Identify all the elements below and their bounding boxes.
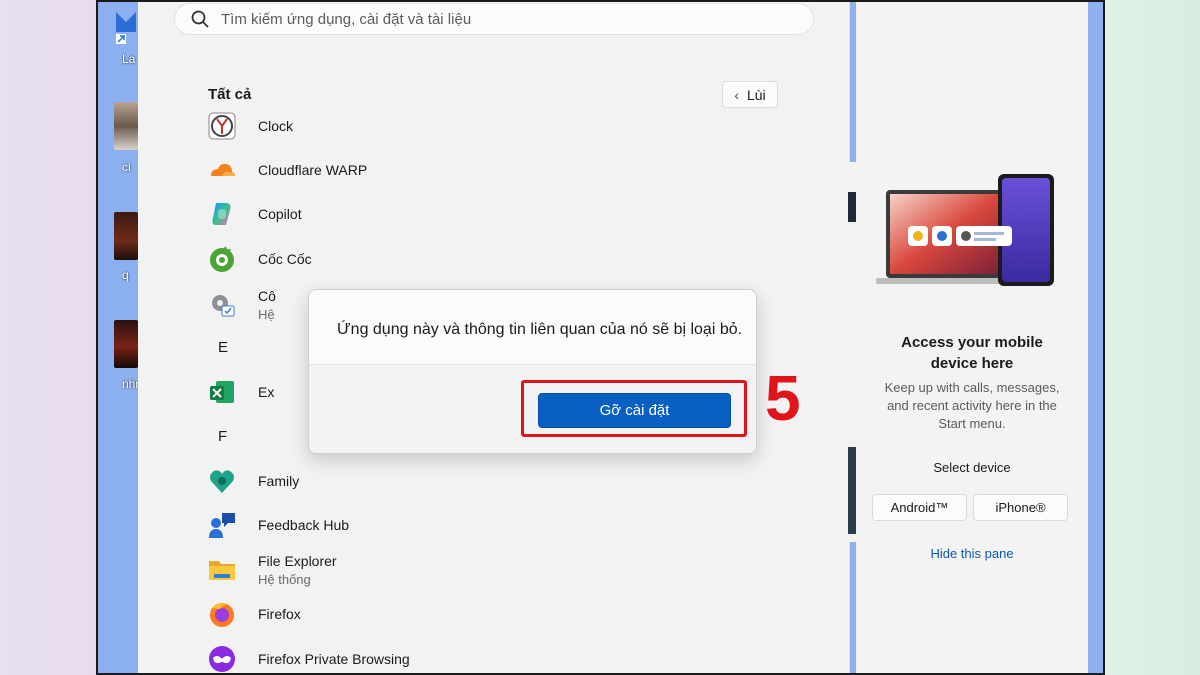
app-item-coccoc[interactable]: Cốc Cốc — [208, 239, 312, 279]
desktop-shortcut-1[interactable] — [114, 8, 140, 49]
all-apps-title: Tất cả — [208, 86, 252, 103]
copilot-icon — [212, 203, 231, 225]
desktop-background: La ci q nhm — [98, 2, 138, 673]
desktop-label-2: ci — [122, 160, 131, 174]
app-item-clock[interactable]: Clock — [208, 106, 293, 146]
app-item-cloudflare-warp[interactable]: Cloudflare WARP — [208, 150, 367, 190]
feedback-hub-icon — [209, 513, 235, 538]
app-item-excel[interactable]: Ex — [208, 372, 274, 412]
app-name: Cloudflare WARP — [258, 162, 368, 178]
app-item-file-explorer[interactable]: File Explorer Hệ thống — [208, 550, 337, 590]
firefox-icon — [210, 603, 234, 627]
app-subtitle: Hệ — [258, 307, 275, 322]
app-name: Feedback Hub — [258, 517, 350, 533]
coccoc-icon — [210, 246, 234, 272]
desktop-label-1: La — [122, 52, 136, 66]
desktop-shortcut-3[interactable] — [114, 212, 140, 260]
back-button-label: Lùi — [746, 86, 766, 103]
dialog-message: Ứng dụng này và thông tin liên quan của … — [337, 321, 743, 338]
panel-desc-line: Start menu. — [938, 416, 1006, 431]
panel-desc-line: Keep up with calls, messages, — [884, 380, 1060, 395]
highlight-box — [521, 380, 747, 437]
app-item-tools-folder[interactable]: Cô Hệ — [208, 285, 276, 325]
desktop-shortcut-4[interactable] — [114, 320, 140, 368]
folder-icon — [209, 561, 235, 580]
excel-icon — [210, 381, 234, 403]
video-thumbnail — [114, 320, 138, 368]
settings-tool-icon — [212, 295, 235, 317]
start-menu: Tìm kiếm ứng dụng, cài đặt và tài liệu T… — [138, 2, 850, 673]
letter-header-f[interactable]: F — [218, 428, 227, 445]
app-name: Family — [258, 473, 300, 489]
search-box[interactable]: Tìm kiếm ứng dụng, cài đặt và tài liệu — [174, 3, 814, 35]
desktop-shortcut-2[interactable] — [114, 102, 140, 150]
phone-link-illustration — [876, 174, 1054, 286]
app-name: Clock — [258, 118, 294, 134]
app-name: Cô — [258, 288, 276, 304]
panel-desc-line: and recent activity here in the — [887, 398, 1057, 413]
search-placeholder: Tìm kiếm ứng dụng, cài đặt và tài liệu — [221, 10, 472, 28]
panel-description: Keep up with calls, messages, and recent… — [880, 379, 1064, 433]
desktop-label-3: q — [122, 268, 129, 282]
photo-thumbnail — [114, 102, 138, 150]
iphone-button[interactable]: iPhone® — [973, 494, 1068, 521]
phone-link-panel: Access your mobile device here Keep up w… — [856, 2, 1088, 673]
app-item-feedback-hub[interactable]: Feedback Hub — [208, 505, 349, 545]
step-number-annotation: 5 — [765, 362, 801, 434]
panel-title-line: Access your mobile — [901, 334, 1043, 351]
app-subtitle: Hệ thống — [258, 572, 311, 587]
app-name: Cốc Cốc — [258, 251, 312, 267]
screen-frame: La ci q nhm Tìm kiếm ứng dụng, cài đặt v… — [96, 0, 1105, 675]
chevron-left-icon: ‹ — [734, 86, 739, 103]
panel-title: Access your mobile device here — [856, 332, 1088, 374]
app-name: Copilot — [258, 206, 302, 222]
search-icon — [191, 10, 209, 28]
mail-app-icon — [116, 12, 136, 44]
scroll-edge — [848, 162, 856, 542]
family-icon — [210, 470, 234, 493]
hide-pane-link[interactable]: Hide this pane — [856, 546, 1088, 561]
app-item-firefox[interactable]: Firefox — [208, 594, 301, 634]
android-button[interactable]: Android™ — [872, 494, 967, 521]
clock-icon — [208, 112, 236, 140]
app-item-copilot[interactable]: Copilot — [208, 194, 302, 234]
app-name: File Explorer — [258, 553, 337, 569]
desktop-background-right — [1088, 2, 1103, 673]
video-thumbnail — [114, 212, 138, 260]
app-item-family[interactable]: Family — [208, 461, 299, 501]
desktop-label-4: nhm — [122, 377, 138, 391]
select-device-label: Select device — [933, 460, 1011, 475]
firefox-private-icon — [209, 646, 235, 672]
app-name: Ex — [258, 384, 275, 400]
cloudflare-icon — [211, 163, 235, 176]
back-button[interactable]: ‹ Lùi — [722, 81, 778, 108]
app-item-firefox-private[interactable]: Firefox Private Browsing — [208, 639, 410, 673]
panel-title-line: device here — [930, 355, 1014, 372]
app-name: Firefox Private Browsing — [258, 651, 410, 667]
letter-header-e[interactable]: E — [218, 339, 228, 356]
app-name: Firefox — [258, 606, 301, 622]
